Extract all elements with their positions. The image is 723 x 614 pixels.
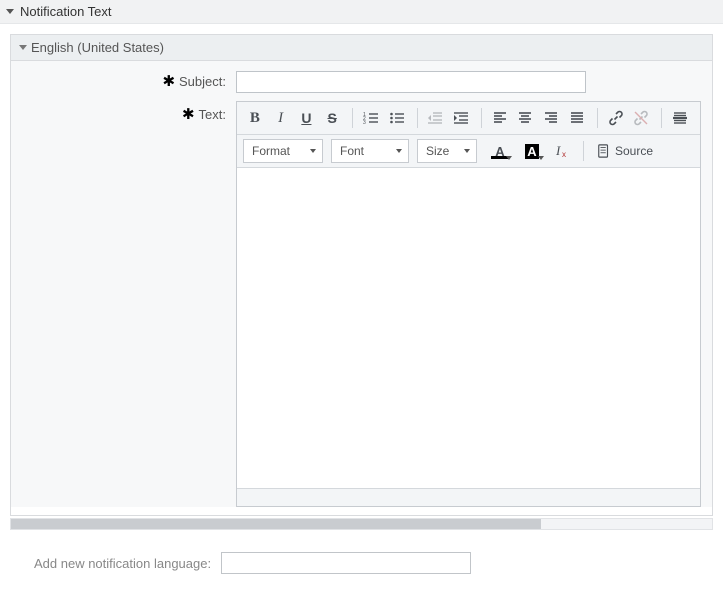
editor-textarea[interactable] [237, 168, 700, 488]
bold-icon: B [250, 110, 260, 127]
toolbar-separator [661, 108, 662, 128]
font-dropdown[interactable]: Font [331, 139, 409, 163]
editor-footer [237, 488, 700, 506]
notification-text-section-header[interactable]: Notification Text [0, 0, 723, 24]
unlink-icon [633, 110, 649, 126]
required-asterisk-icon: ✱ [182, 110, 195, 120]
indent-button[interactable] [449, 106, 473, 130]
language-panel-header[interactable]: English (United States) [11, 35, 712, 61]
svg-text:I: I [555, 143, 561, 158]
caret-down-icon [19, 45, 27, 50]
subject-input[interactable] [236, 71, 586, 93]
remove-format-icon: I x [554, 143, 570, 159]
toolbar-separator [352, 108, 353, 128]
indent-icon [453, 110, 469, 126]
add-language-input[interactable] [221, 552, 471, 574]
align-center-icon [517, 110, 533, 126]
language-panel-title: English (United States) [31, 40, 164, 55]
underline-icon: U [301, 110, 311, 126]
editor-toolbar-row-2: Format Font Size [237, 135, 700, 168]
rich-text-editor: B I U S 123 [236, 101, 701, 507]
size-dropdown-label: Size [426, 144, 449, 158]
underline-button[interactable]: U [295, 106, 319, 130]
align-center-button[interactable] [514, 106, 538, 130]
align-justify-button[interactable] [565, 106, 589, 130]
horizontal-rule-button[interactable] [668, 106, 692, 130]
source-button[interactable]: Source [590, 139, 660, 163]
toolbar-separator [481, 108, 482, 128]
align-right-icon [543, 110, 559, 126]
format-dropdown-label: Format [252, 144, 290, 158]
remove-format-button[interactable]: I x [549, 139, 575, 163]
chevron-down-icon [538, 156, 544, 160]
text-color-button[interactable]: A [485, 139, 515, 163]
align-left-button[interactable] [488, 106, 512, 130]
strikethrough-icon: S [328, 110, 337, 126]
scrollbar-thumb[interactable] [11, 519, 541, 529]
subject-input-cell [236, 71, 586, 93]
editor-container: B I U S 123 [236, 101, 701, 507]
caret-down-icon [6, 9, 14, 14]
svg-text:x: x [562, 150, 566, 159]
unordered-list-icon [389, 110, 405, 126]
font-dropdown-label: Font [340, 144, 364, 158]
italic-button[interactable]: I [269, 106, 293, 130]
toolbar-separator [417, 108, 418, 128]
size-dropdown[interactable]: Size [417, 139, 477, 163]
outdent-icon [427, 110, 443, 126]
ordered-list-icon: 123 [363, 110, 379, 126]
horizontal-scrollbar[interactable] [10, 518, 713, 530]
source-button-label: Source [615, 144, 653, 158]
align-right-button[interactable] [539, 106, 563, 130]
subject-label-cell: ✱ Subject: [11, 71, 236, 89]
link-icon [608, 110, 624, 126]
chevron-down-icon [310, 149, 316, 153]
ordered-list-button[interactable]: 123 [359, 106, 383, 130]
notification-text-title: Notification Text [20, 4, 112, 19]
language-panel-body: ✱ Subject: ✱ Text: B [11, 61, 712, 507]
outdent-button[interactable] [423, 106, 447, 130]
text-row: ✱ Text: B I U S 123 [11, 101, 712, 507]
editor-toolbar-row-1: B I U S 123 [237, 102, 700, 135]
text-label-cell: ✱ Text: [11, 101, 236, 122]
content-area: English (United States) ✱ Subject: ✱ Tex… [0, 24, 723, 574]
background-color-icon: A [525, 144, 538, 159]
text-label: Text: [199, 107, 226, 122]
svg-text:3: 3 [363, 120, 366, 126]
toolbar-separator [583, 141, 584, 161]
chevron-down-icon [464, 149, 470, 153]
language-panel: English (United States) ✱ Subject: ✱ Tex… [10, 34, 713, 516]
bold-button[interactable]: B [243, 106, 267, 130]
unordered-list-button[interactable] [385, 106, 409, 130]
chevron-down-icon [396, 149, 402, 153]
italic-icon: I [278, 110, 283, 127]
toolbar-separator [597, 108, 598, 128]
unlink-button[interactable] [630, 106, 654, 130]
source-icon [597, 144, 611, 158]
strikethrough-button[interactable]: S [320, 106, 344, 130]
add-language-row: Add new notification language: [10, 552, 713, 574]
add-language-label: Add new notification language: [34, 556, 211, 571]
align-justify-icon [569, 110, 585, 126]
align-left-icon [492, 110, 508, 126]
horizontal-rule-icon [672, 110, 688, 126]
chevron-down-icon [506, 156, 512, 160]
background-color-button[interactable]: A [517, 139, 547, 163]
subject-row: ✱ Subject: [11, 71, 712, 93]
required-asterisk-icon: ✱ [162, 77, 175, 87]
subject-label: Subject: [179, 74, 226, 89]
format-dropdown[interactable]: Format [243, 139, 323, 163]
link-button[interactable] [604, 106, 628, 130]
